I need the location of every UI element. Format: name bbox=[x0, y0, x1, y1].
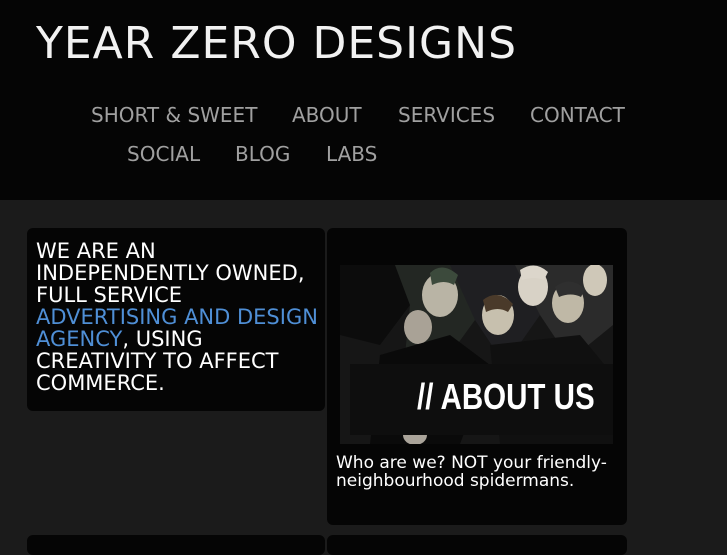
intro-card: WE ARE AN INDEPENDENTLY OWNED, FULL SERV… bbox=[27, 228, 325, 411]
nav-about[interactable]: ABOUT bbox=[292, 100, 362, 130]
site-logo[interactable]: YEAR ZERO DESIGNS bbox=[36, 18, 517, 70]
nav-short-and-sweet[interactable]: SHORT & SWEET bbox=[91, 100, 257, 130]
about-card[interactable]: // ABOUT US Who are we? NOT your friendl… bbox=[327, 228, 627, 525]
nav-contact[interactable]: CONTACT bbox=[530, 100, 625, 130]
intro-statement: WE ARE AN INDEPENDENTLY OWNED, FULL SERV… bbox=[36, 240, 321, 394]
card-bottom-left bbox=[27, 535, 325, 555]
card-bottom-right bbox=[327, 535, 627, 555]
about-caption: Who are we? NOT your friendly-neighbourh… bbox=[336, 453, 607, 491]
about-us-image[interactable]: // ABOUT US bbox=[340, 265, 613, 444]
nav-labs[interactable]: LABS bbox=[326, 139, 377, 169]
intro-text-before: WE ARE AN INDEPENDENTLY OWNED, FULL SERV… bbox=[36, 239, 305, 307]
nav-social[interactable]: SOCIAL bbox=[127, 139, 200, 169]
about-us-label: // ABOUT US bbox=[417, 376, 595, 417]
nav-services[interactable]: SERVICES bbox=[398, 100, 495, 130]
nav-blog[interactable]: BLOG bbox=[235, 139, 290, 169]
site-header: YEAR ZERO DESIGNS SHORT & SWEET ABOUT SE… bbox=[0, 0, 727, 200]
